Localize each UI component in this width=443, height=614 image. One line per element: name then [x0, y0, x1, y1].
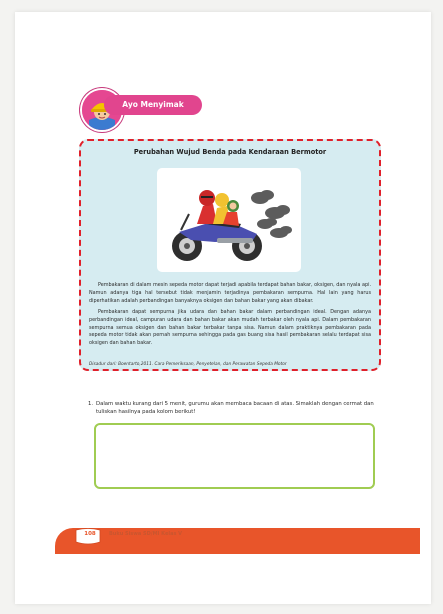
section-badge: Ayo Menyimak [104, 95, 202, 115]
book-title: Buku Siswa SD/MI Kelas V [109, 531, 183, 537]
reading-text: Pembakaran di dalam mesin sepeda motor d… [89, 282, 371, 351]
page-number: 108 [84, 531, 96, 537]
source-citation: Disadur dari: Boentarto,2011. Cara Pemer… [89, 362, 287, 367]
motorcycle-illustration [157, 168, 301, 272]
reading-title: Perubahan Wujud Benda pada Kendaraan Ber… [133, 148, 327, 156]
question-text: Dalam waktu kurang dari 5 menit, gurumu … [96, 401, 374, 416]
reading-paragraph: Pembakaran dapat sempurna jika udara dan… [89, 308, 371, 347]
reading-paragraph: Pembakaran di dalam mesin sepeda motor d… [89, 282, 371, 304]
question-number: 1. [88, 401, 94, 407]
answer-box[interactable] [94, 423, 375, 489]
reading-box: Perubahan Wujud Benda pada Kendaraan Ber… [79, 139, 381, 371]
